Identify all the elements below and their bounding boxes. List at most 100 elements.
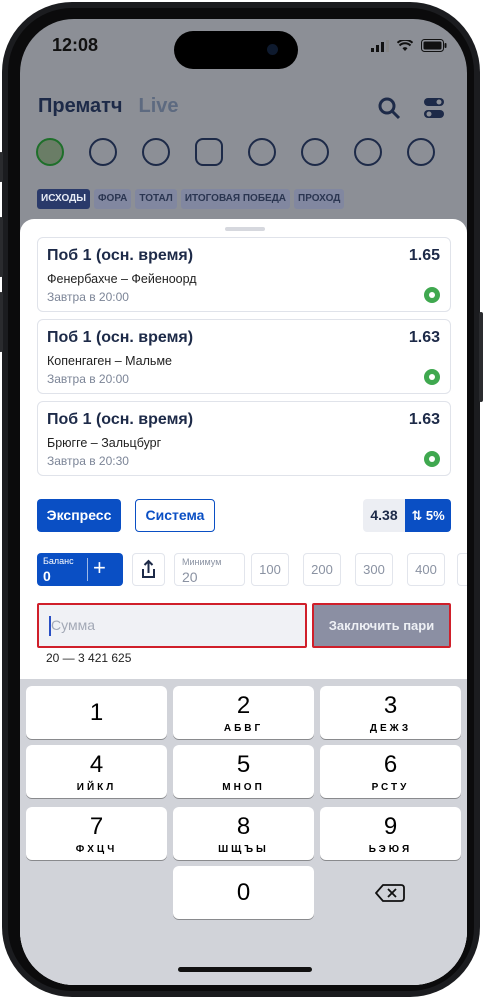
cellular-signal-icon	[371, 39, 389, 52]
amount-input[interactable]: Сумма	[37, 603, 307, 648]
key-digit: 3	[383, 692, 398, 719]
minimum-label: Минимум	[182, 557, 222, 567]
bet-odd: 1.65	[408, 247, 440, 264]
key-digit: 2	[236, 692, 251, 719]
esports-gamepad-icon[interactable]	[195, 138, 223, 166]
express-tab[interactable]: Экспресс	[37, 499, 121, 532]
market-tab-total[interactable]: ТОТАЛ	[135, 189, 177, 209]
market-tab-advance[interactable]: ПРОХОД	[294, 189, 345, 209]
balance-divider	[87, 558, 88, 581]
key-letters: РСТУ	[371, 782, 410, 793]
balance-value: 0	[43, 568, 51, 584]
bet-title: Поб 1 (осн. время)	[47, 247, 194, 264]
key-3[interactable]: 3 ДЕЖЗ	[320, 686, 461, 739]
key-digit: 8	[236, 813, 251, 840]
key-letters: АБВГ	[223, 723, 264, 734]
volume-up-button	[0, 217, 3, 277]
bet-card[interactable]: Поб 1 (осн. время) 1.63 Брюгге – Зальцбу…	[37, 401, 451, 476]
key-letters: ДЕЖЗ	[369, 723, 412, 734]
football-icon[interactable]	[36, 138, 64, 166]
key-7[interactable]: 7 ФХЦЧ	[26, 807, 167, 860]
share-icon	[142, 559, 155, 578]
market-tab-outcomes[interactable]: ИСХОДЫ	[37, 189, 90, 209]
balance-button[interactable]: Баланс 0 +	[37, 553, 123, 586]
bet-time: Завтра в 20:30	[47, 454, 129, 468]
amount-range: 20 — 3 421 625	[46, 651, 132, 665]
key-digit: 0	[236, 879, 251, 906]
settings-toggle-icon[interactable]	[423, 96, 445, 120]
mode-tabs: Прематч Live	[38, 95, 179, 118]
quick-amount-button[interactable]: 400	[407, 553, 445, 586]
screen: 12:08 Прематч Live ИСХОДЫ ФОРА ТОТАЛ ИТО…	[20, 19, 467, 985]
football-icon	[424, 451, 440, 467]
share-button[interactable]	[132, 553, 165, 586]
key-4[interactable]: 4 ИЙКЛ	[26, 745, 167, 798]
key-0[interactable]: 0	[173, 866, 314, 919]
bet-title: Поб 1 (осн. время)	[47, 329, 194, 346]
minimum-value: 20	[182, 569, 198, 585]
key-digit: 5	[236, 751, 251, 778]
market-tab-final-win[interactable]: ИТОГОВАЯ ПОБЕДА	[180, 189, 291, 209]
key-1[interactable]: 1	[26, 686, 167, 739]
backspace-icon	[375, 884, 405, 902]
status-time: 12:08	[52, 35, 99, 55]
key-2[interactable]: 2 АБВГ	[173, 686, 314, 739]
phone-frame: 12:08 Прематч Live ИСХОДЫ ФОРА ТОТАЛ ИТО…	[0, 2, 483, 997]
status-bar: 12:08	[20, 19, 467, 74]
bet-match: Фенербахче – Фейеноорд	[47, 272, 197, 286]
futsal-icon[interactable]	[354, 138, 382, 166]
bet-match: Брюгге – Зальцбург	[47, 436, 162, 450]
system-tab[interactable]: Система	[135, 499, 215, 532]
bet-time: Завтра в 20:00	[47, 372, 129, 386]
basketball-icon[interactable]	[248, 138, 276, 166]
key-5[interactable]: 5 МНОП	[173, 745, 314, 798]
bet-slip-sheet: Поб 1 (осн. время) 1.65 Фенербахче – Фей…	[20, 219, 467, 985]
tab-prematch[interactable]: Прематч	[38, 95, 123, 118]
home-indicator[interactable]	[178, 967, 312, 972]
place-bet-button[interactable]: Заключить пари	[312, 603, 451, 648]
wifi-icon	[397, 39, 413, 51]
bet-match: Копенгаген – Мальме	[47, 354, 172, 368]
dynamic-island	[174, 31, 298, 69]
sheet-grabber[interactable]	[225, 227, 265, 231]
power-button	[479, 312, 483, 402]
sport-c-icon[interactable]	[89, 138, 117, 166]
header-actions	[377, 96, 445, 120]
bet-title: Поб 1 (осн. время)	[47, 411, 194, 428]
quick-amount-button[interactable]: 300	[355, 553, 393, 586]
search-icon[interactable]	[377, 96, 401, 120]
soccer-ball-icon[interactable]	[407, 138, 435, 166]
volleyball-icon[interactable]	[301, 138, 329, 166]
app-header: Прематч Live ИСХОДЫ ФОРА ТОТАЛ ИТОГОВАЯ …	[20, 74, 467, 224]
key-letters: ФХЦЧ	[75, 844, 118, 855]
hockey-puck-icon[interactable]	[142, 138, 170, 166]
key-8[interactable]: 8 ШЩЪЫ	[173, 807, 314, 860]
market-tab-handicap[interactable]: ФОРА	[94, 189, 132, 209]
quick-amount-button-partial[interactable]	[457, 553, 467, 586]
balance-label: Баланс	[43, 556, 74, 566]
key-letters: ИЙКЛ	[76, 782, 117, 793]
bet-card[interactable]: Поб 1 (осн. время) 1.65 Фенербахче – Фей…	[37, 237, 451, 312]
odds-boost-badge[interactable]: ⇅ 5%	[405, 499, 451, 532]
total-odd: 4.38	[363, 499, 405, 532]
quick-amount-button[interactable]: 100	[251, 553, 289, 586]
numeric-keyboard: 1 2 АБВГ 3 ДЕЖЗ 4 ИЙКЛ 5 МНОП 6 РСТУ 7 ФХЦЧ 8 Ш…	[20, 679, 467, 985]
key-digit: 6	[383, 751, 398, 778]
key-digit: 9	[383, 813, 398, 840]
quick-amount-button[interactable]: 200	[303, 553, 341, 586]
football-icon	[424, 369, 440, 385]
minimum-amount-button[interactable]: Минимум 20	[174, 553, 245, 586]
add-funds-icon[interactable]: +	[93, 555, 106, 581]
bet-card[interactable]: Поб 1 (осн. время) 1.63 Копенгаген – Мал…	[37, 319, 451, 394]
status-icons	[371, 39, 447, 52]
key-6[interactable]: 6 РСТУ	[320, 745, 461, 798]
key-letters: ЬЭЮЯ	[368, 844, 413, 855]
key-digit: 4	[89, 751, 104, 778]
battery-icon	[421, 39, 447, 52]
bet-odd: 1.63	[408, 411, 440, 428]
key-9[interactable]: 9 ЬЭЮЯ	[320, 807, 461, 860]
backspace-key[interactable]	[320, 866, 461, 919]
camera-dot	[267, 44, 278, 55]
tab-live[interactable]: Live	[139, 95, 179, 118]
football-icon	[424, 287, 440, 303]
